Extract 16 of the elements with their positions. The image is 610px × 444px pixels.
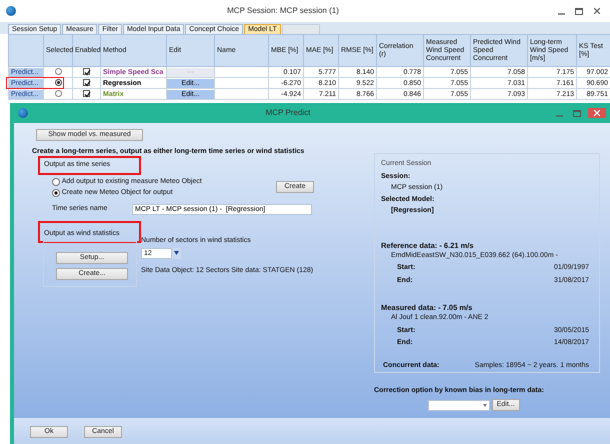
close-icon[interactable]	[594, 8, 600, 14]
checkbox[interactable]	[83, 68, 90, 76]
dialog-title: MCP Predict	[264, 108, 312, 118]
radio-button[interactable]	[52, 178, 60, 186]
window-title: MCP Session: MCP session (1)	[226, 6, 340, 16]
maximize-icon[interactable]	[575, 8, 583, 14]
app-icon	[6, 6, 16, 16]
checkbox[interactable]	[83, 90, 90, 98]
dropdown-arrow-icon[interactable]	[483, 404, 487, 407]
checkbox[interactable]	[83, 79, 90, 86]
dropdown-arrow-icon[interactable]	[174, 251, 179, 256]
radio-button[interactable]	[54, 90, 62, 98]
radio-button[interactable]	[54, 79, 62, 86]
radio-button[interactable]	[52, 189, 60, 198]
app-icon	[18, 108, 28, 118]
radio-button[interactable]	[54, 68, 62, 76]
